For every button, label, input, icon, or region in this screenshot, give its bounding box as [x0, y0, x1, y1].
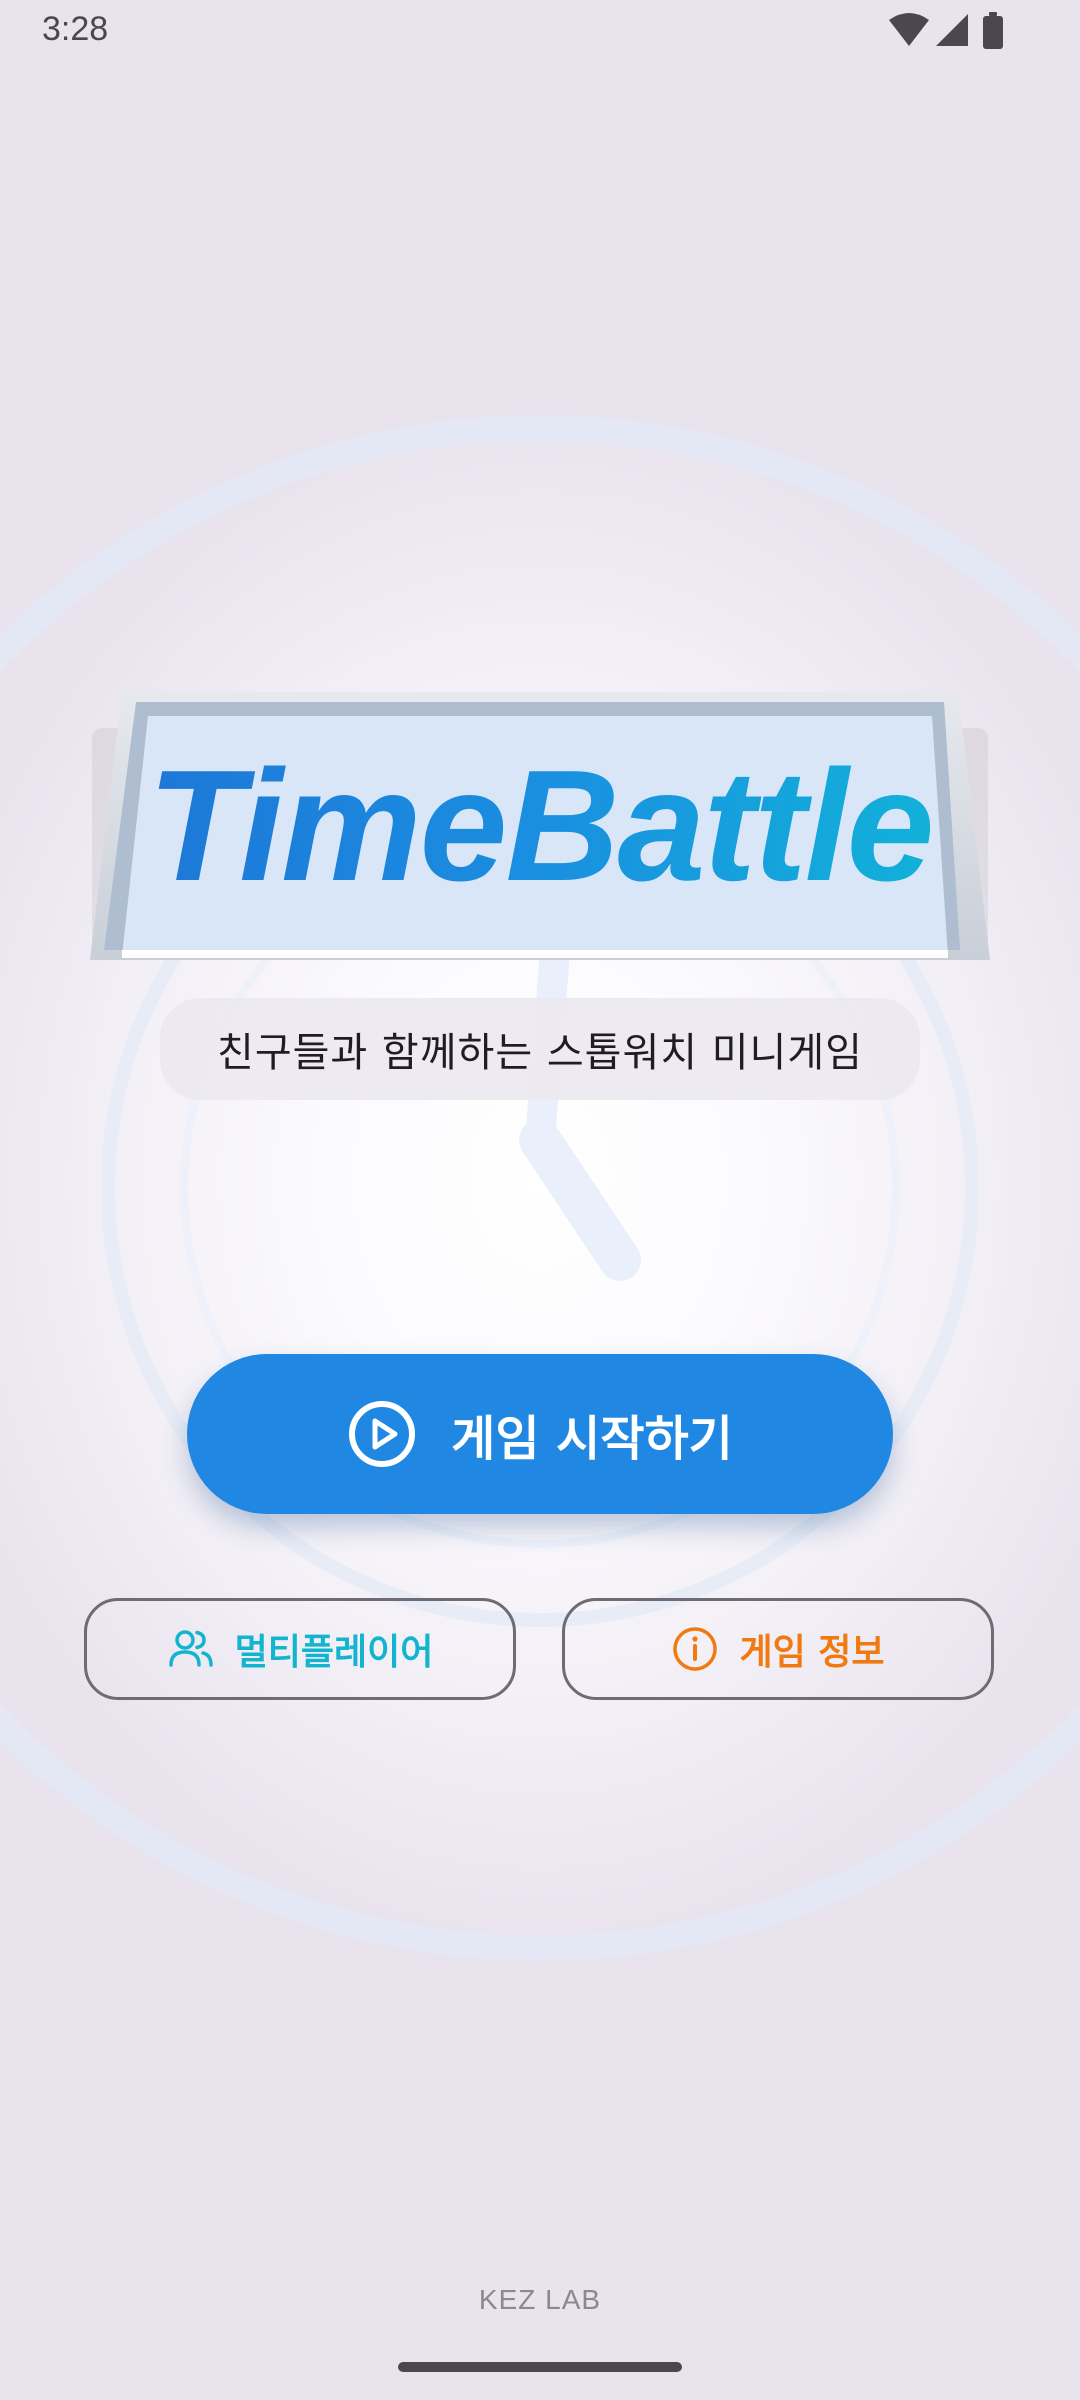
title-banner: TimeBattle	[86, 688, 994, 960]
multiplayer-button[interactable]: 멀티플레이어	[84, 1598, 516, 1700]
multiplayer-label: 멀티플레이어	[234, 1632, 434, 1673]
start-game-label: 게임 시작하기	[451, 1411, 733, 1467]
signal-icon	[936, 14, 968, 46]
game-info-label: 게임 정보	[739, 1632, 885, 1673]
users-icon	[168, 1630, 213, 1667]
info-circle-icon	[673, 1627, 718, 1671]
background-clock-icon	[0, 415, 1080, 1961]
app-title: TimeBattle	[86, 688, 994, 960]
footer-brand: KEZ LAB	[478, 2284, 602, 2315]
battery-icon	[983, 12, 1003, 49]
wifi-icon	[889, 13, 929, 46]
start-game-button[interactable]: 게임 시작하기	[187, 1354, 893, 1514]
app-screen: 3:28 TimeBattle 친구들과 함께하는 스톱워치 미니게임 게임 시…	[0, 0, 1080, 2400]
status-bar: 3:28	[0, 0, 1080, 64]
play-circle-icon	[349, 1401, 416, 1467]
game-info-button[interactable]: 게임 정보	[562, 1598, 994, 1700]
status-time: 3:28	[42, 10, 109, 48]
subtitle-text: 친구들과 함께하는 스톱워치 미니게임	[217, 1030, 863, 1076]
home-indicator[interactable]	[398, 2362, 682, 2372]
subtitle-pill: 친구들과 함께하는 스톱워치 미니게임	[160, 998, 920, 1100]
